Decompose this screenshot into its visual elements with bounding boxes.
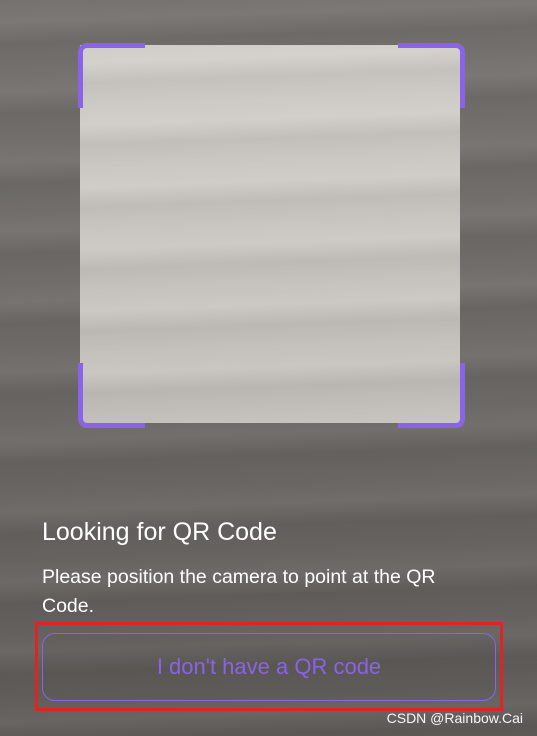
viewfinder-corner-bottom-right (398, 363, 465, 428)
scanner-description: Please position the camera to point at t… (42, 566, 436, 617)
watermark-text: CSDN @Rainbow.Cai (386, 710, 523, 726)
scanner-title: Looking for QR Code (42, 518, 277, 546)
viewfinder-corner-top-right (398, 43, 465, 108)
viewfinder-corner-top-left (78, 43, 145, 108)
no-qr-code-button[interactable]: I don't have a QR code (42, 633, 496, 701)
viewfinder-corner-bottom-left (78, 363, 145, 428)
